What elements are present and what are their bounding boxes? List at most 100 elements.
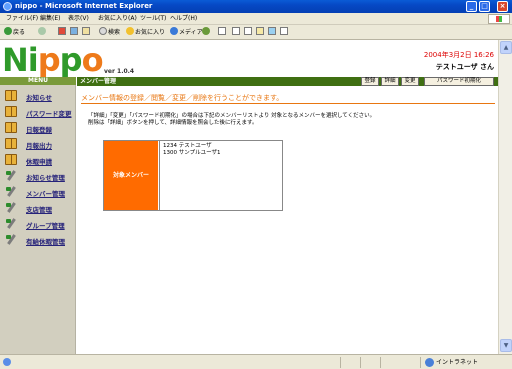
sidebar-item-label: グループ管理 bbox=[26, 222, 65, 230]
refresh-icon bbox=[70, 27, 78, 35]
favorites-label: お気に入り bbox=[135, 29, 166, 36]
folder-icon bbox=[256, 27, 264, 35]
intranet-zone-icon bbox=[425, 358, 434, 367]
back-button[interactable]: 戻る bbox=[4, 27, 25, 38]
member-label: 対象メンバー bbox=[104, 141, 158, 210]
sidebar-item-paid-leave-admin[interactable]: 有給休暇管理 bbox=[0, 232, 76, 248]
current-datetime: 2004年3月2日 16:26 bbox=[423, 51, 494, 59]
sidebar-item-leave-request[interactable]: 休暇申請 bbox=[0, 152, 76, 168]
menu-view[interactable]: 表示(V) bbox=[68, 15, 89, 23]
browser-toolbar: 戻る 検索 お気に入り メディア bbox=[0, 25, 512, 40]
sidebar-item-password-change[interactable]: パスワード変更 bbox=[0, 104, 76, 120]
tool-icon bbox=[5, 202, 17, 213]
history-icon bbox=[202, 27, 210, 35]
media-button[interactable]: メディア bbox=[170, 27, 203, 38]
window-title: nippo - Microsoft Internet Explorer bbox=[15, 2, 153, 10]
sidebar-item-notice-admin[interactable]: お知らせ管理 bbox=[0, 168, 76, 184]
mail-button[interactable] bbox=[218, 27, 226, 38]
sidebar-item-label: 休暇申請 bbox=[26, 158, 52, 166]
menu-favorites[interactable]: お気に入り(A) bbox=[98, 15, 137, 23]
windows-logo-icon bbox=[488, 14, 510, 24]
messenger-button[interactable] bbox=[268, 27, 276, 38]
edit-icon bbox=[244, 27, 252, 35]
logo-letter: i bbox=[27, 41, 39, 79]
menu-header: MENU bbox=[0, 77, 76, 85]
statusbar: イントラネット bbox=[0, 354, 512, 369]
menu-help[interactable]: ヘルプ(H) bbox=[170, 15, 197, 23]
menu-tools[interactable]: ツール(T) bbox=[140, 15, 166, 23]
close-button[interactable]: × bbox=[497, 1, 508, 12]
search-button[interactable]: 検索 bbox=[99, 27, 120, 38]
reset-password-button[interactable]: パスワード初期化 bbox=[424, 77, 494, 86]
maximize-button[interactable]: □ bbox=[479, 1, 490, 12]
book-icon bbox=[5, 122, 17, 133]
member-option[interactable]: 1300 サンプルユーザ1 bbox=[163, 150, 220, 157]
scroll-up-arrow-icon[interactable]: ▲ bbox=[500, 41, 512, 54]
status-divider bbox=[420, 357, 421, 368]
forward-button[interactable] bbox=[38, 27, 47, 38]
print-button[interactable] bbox=[232, 27, 240, 38]
sidebar-item-branch-admin[interactable]: 支店管理 bbox=[0, 200, 76, 216]
forward-arrow-icon bbox=[38, 27, 46, 35]
sidebar-item-label: メンバー管理 bbox=[26, 190, 65, 198]
status-divider bbox=[360, 357, 361, 368]
refresh-button[interactable] bbox=[70, 27, 78, 38]
logo-letter: N bbox=[2, 41, 29, 79]
member-listbox[interactable]: 1234 テストユーザ 1300 サンプルユーザ1 bbox=[159, 141, 282, 210]
instruction-line: 削除は「詳細」ボタンを押して、詳細情報を照会した後に行えます。 bbox=[88, 120, 258, 126]
sidebar-item-label: 月報出力 bbox=[26, 142, 52, 150]
tool-icon bbox=[5, 234, 17, 245]
detail-button[interactable]: 詳細 bbox=[381, 77, 399, 86]
book-icon bbox=[5, 106, 17, 117]
sidebar-item-group-admin[interactable]: グループ管理 bbox=[0, 216, 76, 232]
tool-icon bbox=[5, 186, 17, 197]
instruction-line: 「詳細」「変更」「パスワード初期化」の場合は下記のメンバーリストより 対象となる… bbox=[88, 113, 376, 119]
section-title: メンバー管理 bbox=[80, 78, 117, 85]
star-icon bbox=[126, 27, 134, 35]
minimize-button[interactable]: _ bbox=[466, 1, 477, 12]
sidebar-item-label: お知らせ管理 bbox=[26, 174, 65, 182]
sidebar-item-label: 日報登録 bbox=[26, 126, 52, 134]
home-icon bbox=[82, 27, 90, 35]
research-icon bbox=[280, 27, 288, 35]
sidebar-item-notices[interactable]: お知らせ bbox=[0, 88, 76, 104]
sidebar: お知らせ パスワード変更 日報登録 月報出力 休暇申請 お知らせ管理 メンバー管… bbox=[0, 85, 76, 354]
home-button[interactable] bbox=[82, 27, 90, 38]
media-icon bbox=[170, 27, 178, 35]
logo-letter: p bbox=[37, 41, 61, 79]
back-arrow-icon bbox=[4, 27, 12, 35]
security-zone: イントラネット bbox=[436, 359, 479, 366]
messenger-icon bbox=[268, 27, 276, 35]
sidebar-item-member-admin[interactable]: メンバー管理 bbox=[0, 184, 76, 200]
back-label: 戻る bbox=[13, 29, 26, 36]
sidebar-item-label: 支店管理 bbox=[26, 206, 52, 214]
member-option[interactable]: 1234 テストユーザ bbox=[163, 143, 212, 150]
favorites-button[interactable]: お気に入り bbox=[126, 27, 165, 38]
history-button[interactable] bbox=[202, 27, 211, 38]
research-button[interactable] bbox=[280, 27, 288, 38]
stop-button[interactable] bbox=[58, 27, 66, 38]
sidebar-item-daily-report[interactable]: 日報登録 bbox=[0, 120, 76, 136]
sidebar-item-label: 有給休暇管理 bbox=[26, 238, 65, 246]
edit-page-button[interactable] bbox=[244, 27, 252, 38]
discuss-button[interactable] bbox=[256, 27, 264, 38]
page-heading: メンバー情報の登録／閲覧／変更／削除を行うことができます。 bbox=[81, 94, 495, 104]
web-page: Nippo ver 1.0.4 2004年3月2日 16:26 テストユーザ さ… bbox=[0, 40, 498, 354]
menu-file[interactable]: ファイル(F) bbox=[6, 15, 38, 23]
instructions: 「詳細」「変更」「パスワード初期化」の場合は下記のメンバーリストより 対象となる… bbox=[88, 113, 375, 127]
book-icon bbox=[5, 90, 17, 101]
sidebar-item-monthly-report[interactable]: 月報出力 bbox=[0, 136, 76, 152]
sidebar-item-label: お知らせ bbox=[26, 94, 52, 102]
book-icon bbox=[5, 154, 17, 165]
scroll-down-arrow-icon[interactable]: ▼ bbox=[500, 339, 512, 352]
status-divider bbox=[340, 357, 341, 368]
app-version: ver 1.0.4 bbox=[104, 68, 135, 75]
register-button[interactable]: 登録 bbox=[361, 77, 379, 86]
book-icon bbox=[5, 138, 17, 149]
search-label: 検索 bbox=[108, 29, 121, 36]
media-label: メディア bbox=[179, 29, 203, 36]
change-button[interactable]: 変更 bbox=[401, 77, 419, 86]
menu-edit[interactable]: 編集(E) bbox=[40, 15, 60, 23]
search-icon bbox=[99, 27, 107, 35]
vertical-scrollbar[interactable]: ▲ ▼ bbox=[498, 40, 512, 354]
